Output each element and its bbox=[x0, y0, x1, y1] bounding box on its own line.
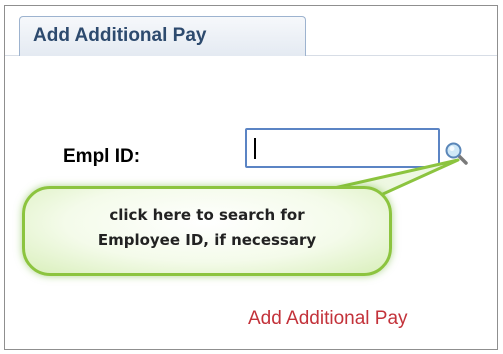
callout-line-2: Employee ID, if necessary bbox=[97, 231, 317, 249]
help-callout-text: click here to search for Employee ID, if… bbox=[22, 203, 392, 253]
callout-line-1: click here to search for bbox=[109, 206, 305, 224]
tab-add-additional-pay[interactable]: Add Additional Pay bbox=[19, 16, 306, 56]
empl-id-label: Empl ID: bbox=[63, 146, 141, 167]
text-cursor bbox=[254, 138, 256, 159]
add-additional-pay-link[interactable]: Add Additional Pay bbox=[248, 308, 408, 330]
